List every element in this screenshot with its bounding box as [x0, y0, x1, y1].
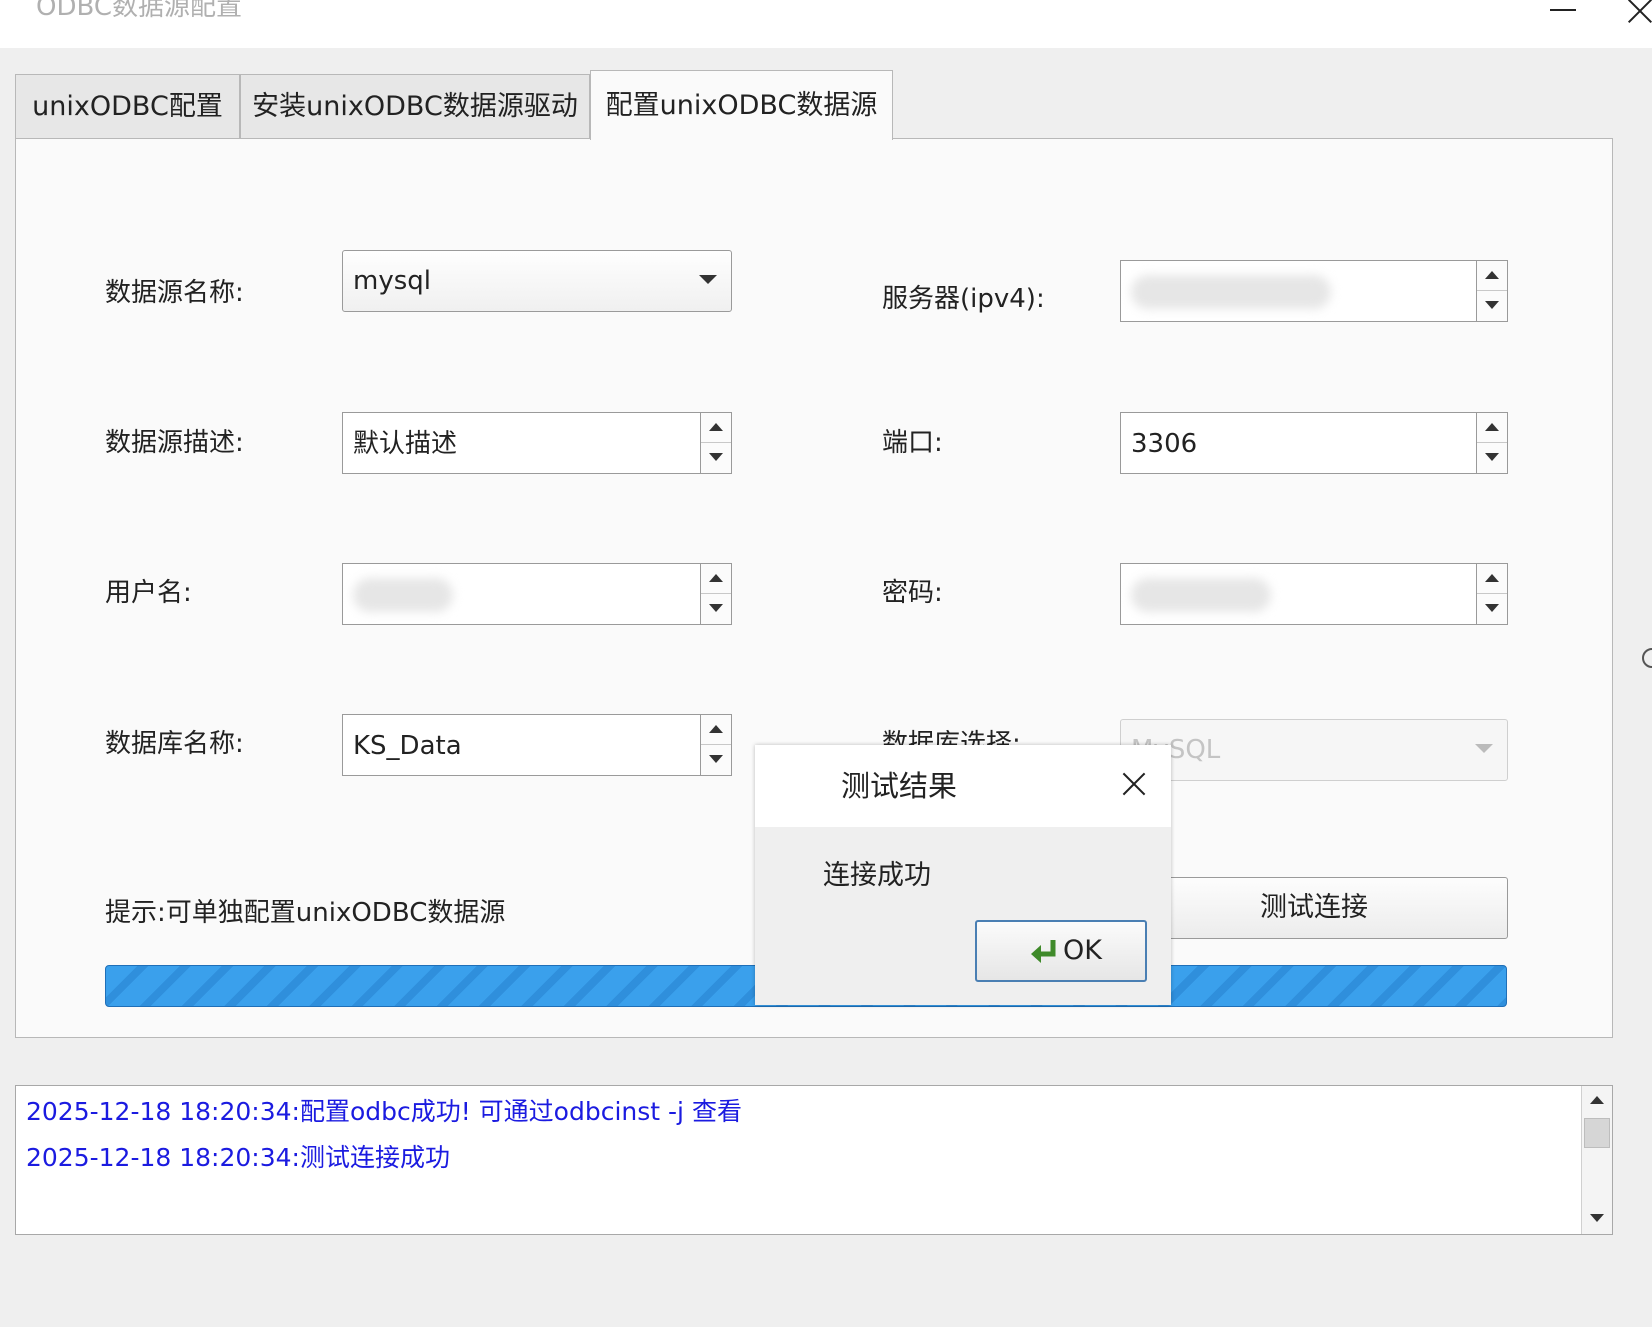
- hint-text: 提示:可单独配置unixODBC数据源: [105, 898, 506, 928]
- datasource-desc-field[interactable]: 默认描述: [342, 412, 732, 474]
- db-select-combo: MySQL: [1120, 719, 1508, 781]
- datasource-name-combo[interactable]: mysql: [342, 250, 732, 312]
- spin-up-icon[interactable]: [701, 564, 731, 594]
- tab-configure-datasource[interactable]: 配置unixODBC数据源: [590, 70, 893, 140]
- dialog-message: 连接成功: [823, 860, 931, 891]
- enter-arrow-icon: [1031, 940, 1056, 963]
- log-output[interactable]: 2025-12-18 18:20:34:配置odbc成功! 可通过odbcins…: [15, 1085, 1613, 1235]
- tab-install-driver[interactable]: 安装unixODBC数据源驱动: [240, 74, 590, 138]
- database-name-value: KS_Data: [353, 731, 462, 761]
- log-line: 2025-12-18 18:20:34:配置odbc成功! 可通过odbcins…: [26, 1097, 742, 1126]
- spin-down-icon[interactable]: [701, 745, 731, 775]
- spin-up-icon[interactable]: [1477, 564, 1507, 594]
- database-name-label: 数据库名称:: [105, 729, 244, 759]
- resize-handle-icon[interactable]: [1642, 648, 1652, 668]
- test-connection-button[interactable]: 测试连接: [1120, 877, 1508, 939]
- tab-unixodbc-config[interactable]: unixODBC配置: [15, 74, 240, 138]
- password-spinner[interactable]: [1476, 564, 1507, 624]
- spin-up-icon[interactable]: [701, 715, 731, 745]
- spin-up-icon[interactable]: [1477, 413, 1507, 443]
- log-line: 2025-12-18 18:20:34:测试连接成功: [26, 1143, 450, 1172]
- redacted-username: [353, 578, 453, 612]
- datasource-desc-spinner[interactable]: [700, 413, 731, 473]
- redacted-server: [1131, 275, 1331, 309]
- server-label: 服务器(ipv4):: [882, 284, 1045, 314]
- dialog-title: 测试结果: [841, 769, 958, 803]
- password-label: 密码:: [882, 578, 943, 608]
- spin-down-icon[interactable]: [701, 594, 731, 624]
- chevron-down-icon: [1475, 744, 1493, 756]
- ok-label: OK: [1063, 935, 1102, 966]
- password-field[interactable]: [1120, 563, 1508, 625]
- title-bar: ODBC数据源配置: [0, 0, 1652, 48]
- username-label: 用户名:: [105, 578, 192, 608]
- server-spinner[interactable]: [1476, 261, 1507, 321]
- spin-up-icon[interactable]: [701, 413, 731, 443]
- spin-up-icon[interactable]: [1477, 261, 1507, 291]
- test-result-dialog: 测试结果 连接成功 OK: [755, 745, 1171, 1005]
- close-icon[interactable]: [1117, 767, 1151, 801]
- dialog-header: 测试结果: [755, 745, 1171, 827]
- chevron-down-icon[interactable]: [699, 275, 717, 287]
- log-scrollbar[interactable]: [1581, 1086, 1612, 1234]
- port-spinner[interactable]: [1476, 413, 1507, 473]
- database-name-field[interactable]: KS_Data: [342, 714, 732, 776]
- server-field[interactable]: [1120, 260, 1508, 322]
- port-field[interactable]: 3306: [1120, 412, 1508, 474]
- redacted-password: [1131, 578, 1271, 612]
- datasource-desc-value: 默认描述: [353, 429, 458, 459]
- datasource-name-value: mysql: [353, 266, 431, 296]
- port-value: 3306: [1131, 429, 1198, 459]
- spin-down-icon[interactable]: [1477, 443, 1507, 473]
- username-spinner[interactable]: [700, 564, 731, 624]
- minimize-icon[interactable]: [1544, 0, 1584, 36]
- datasource-name-label: 数据源名称:: [105, 278, 244, 308]
- scroll-down-icon[interactable]: [1582, 1204, 1612, 1234]
- username-field[interactable]: [342, 563, 732, 625]
- ok-button[interactable]: OK: [975, 920, 1147, 982]
- database-name-spinner[interactable]: [700, 715, 731, 775]
- window-title: ODBC数据源配置: [36, 0, 243, 22]
- datasource-desc-label: 数据源描述:: [105, 428, 244, 458]
- spin-down-icon[interactable]: [701, 443, 731, 473]
- spin-down-icon[interactable]: [1477, 291, 1507, 321]
- scroll-thumb[interactable]: [1584, 1118, 1610, 1148]
- scroll-up-icon[interactable]: [1582, 1086, 1612, 1116]
- port-label: 端口:: [882, 428, 943, 458]
- close-window-icon[interactable]: [1620, 0, 1652, 36]
- spin-down-icon[interactable]: [1477, 594, 1507, 624]
